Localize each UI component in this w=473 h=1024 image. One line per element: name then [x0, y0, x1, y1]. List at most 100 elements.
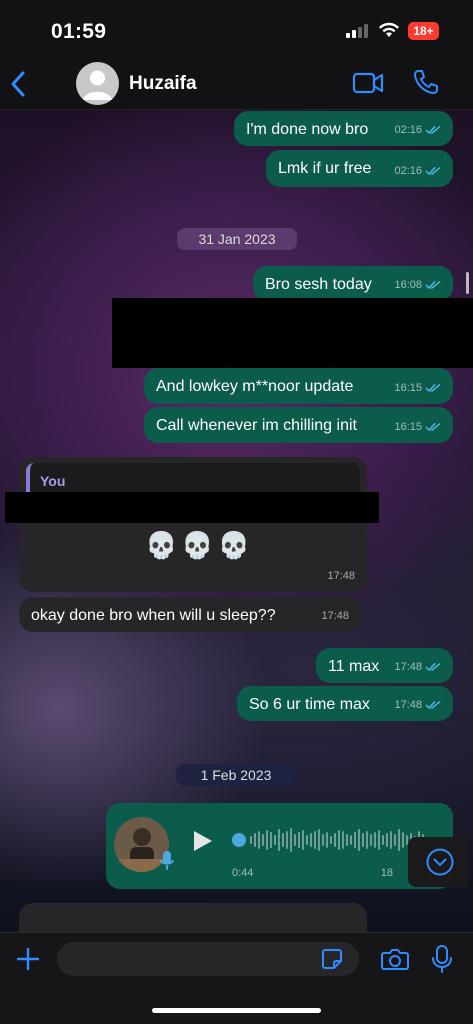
waveform-bar	[390, 831, 392, 849]
waveform-bar	[378, 830, 380, 850]
message-time: 18	[380, 867, 393, 879]
message-outgoing[interactable]: Lmk if ur free 02:16	[266, 150, 453, 187]
waveform-bar	[326, 832, 328, 848]
message-outgoing[interactable]: Call whenever im chilling init 16:15	[144, 407, 453, 443]
waveform-bar	[370, 834, 372, 846]
message-time: 02:16	[394, 124, 422, 136]
waveform-bar	[250, 836, 252, 844]
waveform-bar	[266, 830, 268, 850]
read-ticks-icon	[425, 166, 441, 176]
date-separator: 1 Feb 2023	[176, 764, 296, 786]
camera-icon[interactable]	[381, 947, 409, 971]
mic-badge-icon	[160, 851, 174, 870]
waveform-bar	[270, 832, 272, 848]
play-icon[interactable]	[192, 829, 214, 853]
message-meta: 17:48	[321, 606, 349, 626]
video-call-icon[interactable]	[352, 72, 384, 94]
waveform-bar	[302, 830, 304, 850]
back-chevron-icon[interactable]	[10, 70, 26, 98]
battery-indicator: 18+	[408, 22, 439, 40]
waveform-bar	[306, 835, 308, 845]
read-ticks-icon	[425, 280, 441, 290]
message-meta: 16:15	[394, 378, 441, 398]
message-incoming-reply[interactable]: You 💀💀💀 17:48	[19, 457, 367, 592]
waveform-bar	[402, 832, 404, 848]
waveform-bar	[366, 831, 368, 849]
waveform-bar	[294, 834, 296, 846]
waveform-bar	[298, 832, 300, 848]
message-meta: 17:48	[394, 657, 441, 677]
message-meta: 17:48	[394, 695, 441, 715]
waveform-bar	[334, 833, 336, 847]
read-ticks-icon	[425, 125, 441, 135]
message-text: okay done bro when will u sleep??	[31, 607, 276, 624]
message-outgoing[interactable]: Bro sesh today 16:08	[253, 266, 453, 301]
message-text: And lowkey m**noor update	[156, 378, 354, 395]
message-emoji: 💀💀💀	[145, 530, 255, 560]
waveform[interactable]	[250, 825, 430, 855]
read-ticks-icon	[425, 700, 441, 710]
message-meta: 16:08	[394, 275, 441, 295]
date-separator: 31 Jan 2023	[177, 228, 297, 250]
message-text: Call whenever im chilling init	[156, 417, 357, 434]
read-ticks-icon	[425, 422, 441, 432]
message-text: Lmk if ur free	[278, 160, 372, 177]
redaction-block	[112, 298, 473, 368]
status-bar: 01:59 18+	[0, 0, 473, 58]
waveform-bar	[354, 832, 356, 848]
message-time: 16:08	[394, 279, 422, 291]
phone-call-icon[interactable]	[413, 69, 439, 95]
signal-icon	[346, 24, 370, 38]
waveform-bar	[346, 834, 348, 846]
contact-name[interactable]: Huzaifa	[129, 73, 197, 95]
message-time: 02:16	[394, 165, 422, 177]
waveform-bar	[382, 835, 384, 845]
message-outgoing[interactable]: 11 max 17:48	[316, 648, 453, 683]
message-time: 16:15	[394, 421, 422, 433]
redaction-block	[5, 492, 379, 523]
microphone-icon[interactable]	[432, 945, 452, 973]
voice-note-message[interactable]: 0:44 18	[106, 803, 453, 889]
waveform-bar	[342, 831, 344, 849]
waveform-bar	[374, 832, 376, 848]
waveform-bar	[282, 833, 284, 847]
message-outgoing[interactable]: And lowkey m**noor update 16:15	[144, 368, 453, 404]
message-outgoing[interactable]: So 6 ur time max 17:48	[237, 686, 453, 721]
message-outgoing[interactable]: I'm done now bro 02:16	[234, 111, 453, 146]
message-incoming[interactable]: okay done bro when will u sleep?? 17:48	[19, 597, 361, 632]
read-ticks-icon	[425, 662, 441, 672]
waveform-bar	[338, 830, 340, 850]
chevron-down-circle-icon	[426, 848, 454, 876]
message-meta: 18	[381, 863, 393, 883]
waveform-bar	[258, 831, 260, 849]
message-meta: 17:48	[327, 566, 355, 586]
message-time: 17:48	[394, 661, 422, 673]
plus-icon[interactable]	[16, 947, 40, 971]
contact-avatar[interactable]	[76, 62, 119, 105]
message-time: 16:15	[394, 382, 422, 394]
waveform-bar	[278, 829, 280, 851]
playback-scrubber[interactable]	[232, 833, 246, 847]
waveform-bar	[262, 834, 264, 846]
waveform-bar	[322, 834, 324, 846]
message-time: 17:48	[321, 610, 349, 622]
message-time: 17:48	[327, 570, 355, 582]
waveform-bar	[386, 833, 388, 847]
message-meta: 16:15	[394, 417, 441, 437]
message-text: 11 max	[328, 658, 380, 675]
message-text: So 6 ur time max	[249, 696, 370, 713]
scroll-indicator[interactable]	[466, 272, 469, 294]
status-time: 01:59	[51, 20, 107, 43]
message-input[interactable]	[57, 942, 359, 976]
home-indicator	[152, 1008, 321, 1013]
waveform-bar	[358, 829, 360, 851]
scroll-to-bottom-button[interactable]	[408, 837, 468, 887]
message-text: I'm done now bro	[246, 121, 369, 138]
wifi-icon	[379, 22, 399, 37]
sticker-icon[interactable]	[321, 948, 343, 970]
waveform-bar	[286, 831, 288, 849]
default-avatar-icon	[83, 70, 112, 100]
waveform-bar	[394, 834, 396, 846]
chat-header: Huzaifa	[0, 58, 473, 110]
waveform-bar	[398, 829, 400, 851]
